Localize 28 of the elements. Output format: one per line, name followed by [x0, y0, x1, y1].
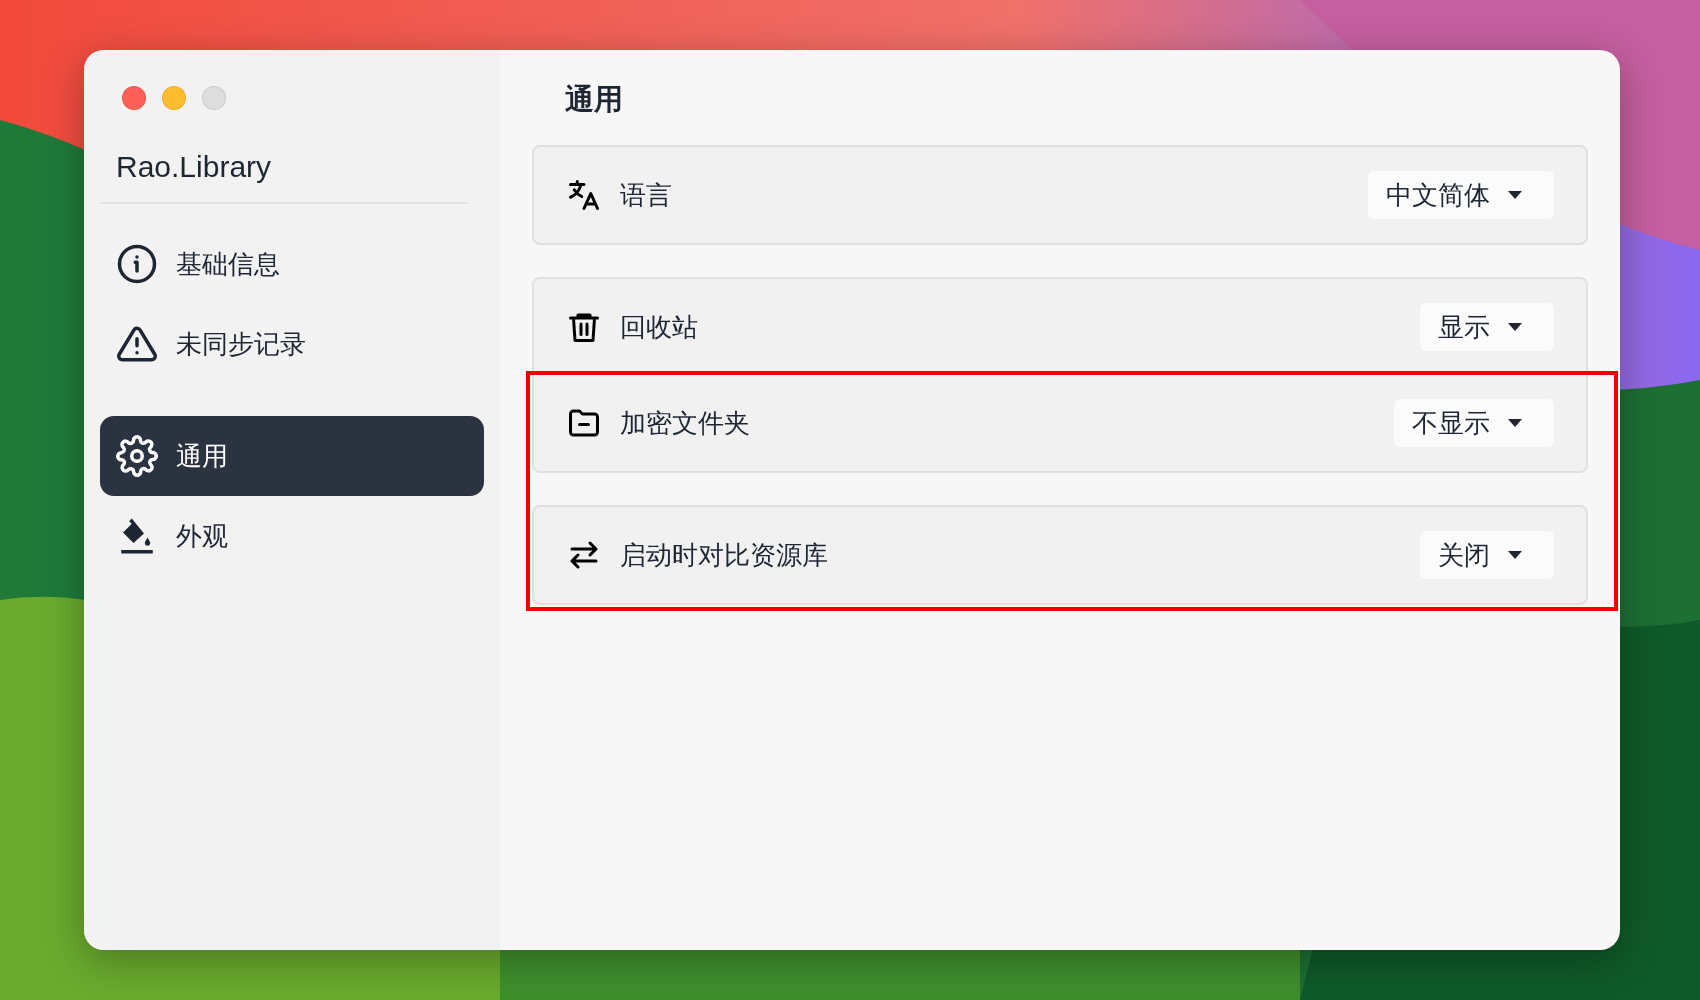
sidebar-item[interactable]: 通用	[100, 416, 484, 496]
sidebar-item-label: 外观	[176, 519, 228, 553]
setting-label: 启动时对比资源库	[620, 538, 829, 572]
translate-icon	[566, 177, 602, 213]
caret-icon	[1508, 323, 1522, 331]
sidebar-item-label: 通用	[176, 439, 228, 473]
zoom-button[interactable]	[202, 86, 226, 110]
caret-icon	[1508, 551, 1522, 559]
dropdown-button[interactable]: 显示	[1420, 303, 1554, 351]
setting-label: 加密文件夹	[620, 406, 751, 440]
caret-icon	[1508, 191, 1522, 199]
caret-icon	[1508, 419, 1522, 427]
dropdown-button[interactable]: 不显示	[1394, 399, 1554, 447]
setting-label: 语言	[620, 178, 673, 212]
setting-label: 回收站	[620, 310, 699, 344]
sidebar-item[interactable]: 外观	[100, 496, 484, 576]
dropdown-button[interactable]: 关闭	[1420, 531, 1554, 579]
page-title: 通用	[564, 82, 624, 117]
app-title: Rao.Library	[100, 150, 468, 204]
sidebar-item-label: 基础信息	[176, 247, 280, 281]
minimize-button[interactable]	[162, 86, 186, 110]
dropdown-button[interactable]: 中文简体	[1368, 171, 1554, 219]
sidebar-item[interactable]: 未同步记录	[100, 304, 484, 384]
info-icon	[116, 243, 158, 285]
sidebar-item-label: 未同步记录	[176, 327, 306, 361]
settings-icon	[116, 435, 158, 477]
close-button[interactable]	[122, 86, 146, 110]
sidebar-item[interactable]: 基础信息	[100, 224, 484, 304]
